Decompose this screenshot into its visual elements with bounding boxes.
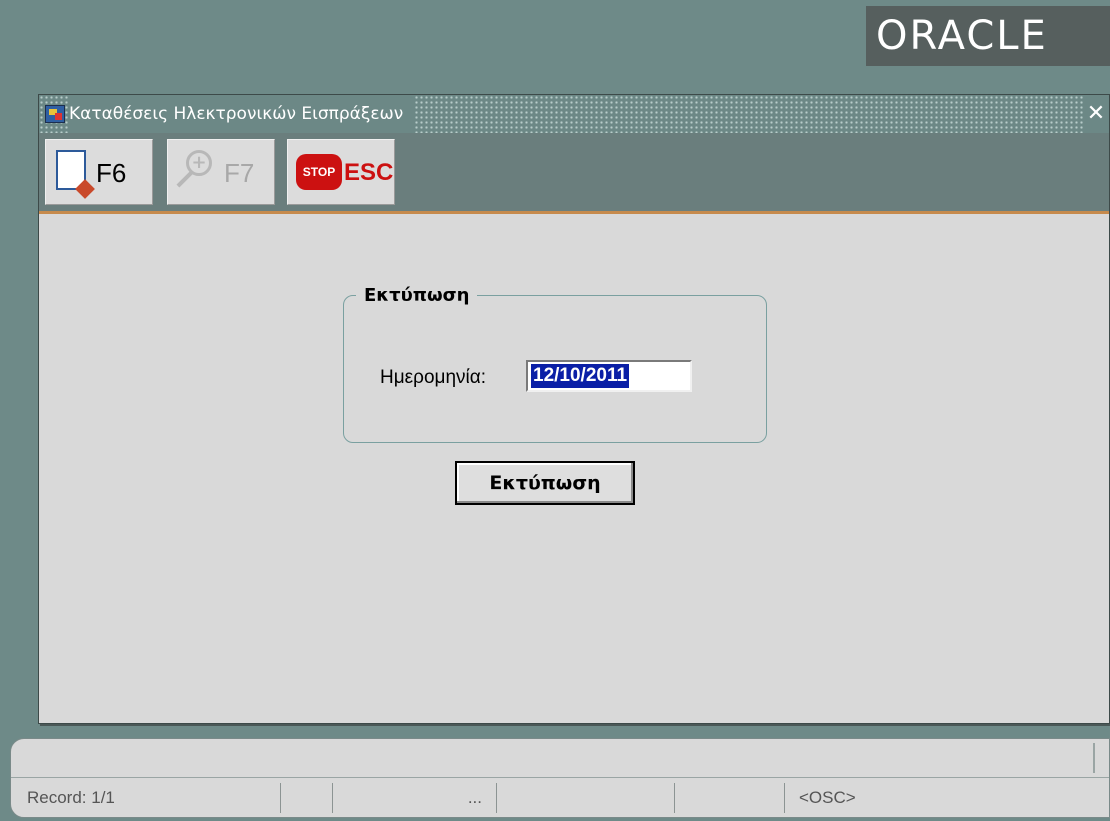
print-group-legend: Εκτύπωση bbox=[356, 284, 478, 308]
exit-label: ESC bbox=[344, 159, 394, 186]
status-cell-empty-2 bbox=[497, 783, 675, 813]
message-divider bbox=[1093, 743, 1095, 773]
status-bar: Record: 1/1 ... <OSC> bbox=[10, 738, 1110, 818]
mode-indicator: <OSC> bbox=[799, 788, 856, 807]
form-window: Καταθέσεις Ηλεκτρονικών Εισπράξεων ✕ F6 … bbox=[38, 94, 1110, 724]
window-titlebar[interactable]: Καταθέσεις Ηλεκτρονικών Εισπράξεων ✕ bbox=[39, 95, 1109, 133]
record-indicator: Record: 1/1 bbox=[27, 783, 281, 813]
oracle-logo: ORACLE bbox=[866, 6, 1110, 66]
date-label: Ημερομηνία: bbox=[380, 367, 487, 388]
status-row: Record: 1/1 ... <OSC> bbox=[11, 777, 1109, 817]
new-document-icon bbox=[56, 150, 86, 190]
date-value: 12/10/2011 bbox=[531, 364, 630, 388]
toolbar: F6 + F7 STOP ESC bbox=[39, 133, 1109, 214]
message-line bbox=[11, 739, 1109, 778]
stop-sign-icon: STOP bbox=[296, 154, 342, 190]
status-cell-empty-1 bbox=[281, 783, 333, 813]
window-title: Καταθέσεις Ηλεκτρονικών Εισπράξεων bbox=[69, 95, 416, 133]
query-label: F7 bbox=[224, 158, 255, 188]
form-app-icon bbox=[45, 105, 65, 123]
print-button[interactable]: Εκτύπωση bbox=[455, 461, 635, 505]
status-cell-empty-3 bbox=[675, 783, 785, 813]
status-cell-ellipsis: ... bbox=[333, 783, 497, 813]
exit-button[interactable]: STOP ESC bbox=[287, 139, 395, 205]
date-field[interactable]: 12/10/2011 bbox=[526, 360, 692, 392]
zoom-in-icon: + bbox=[186, 150, 212, 176]
new-record-button[interactable]: F6 bbox=[45, 139, 153, 205]
close-icon[interactable]: ✕ bbox=[1083, 95, 1109, 133]
new-record-label: F6 bbox=[96, 158, 127, 188]
print-group: Εκτύπωση Ημερομηνία: 12/10/2011 bbox=[343, 284, 767, 443]
query-button[interactable]: + F7 bbox=[167, 139, 275, 205]
